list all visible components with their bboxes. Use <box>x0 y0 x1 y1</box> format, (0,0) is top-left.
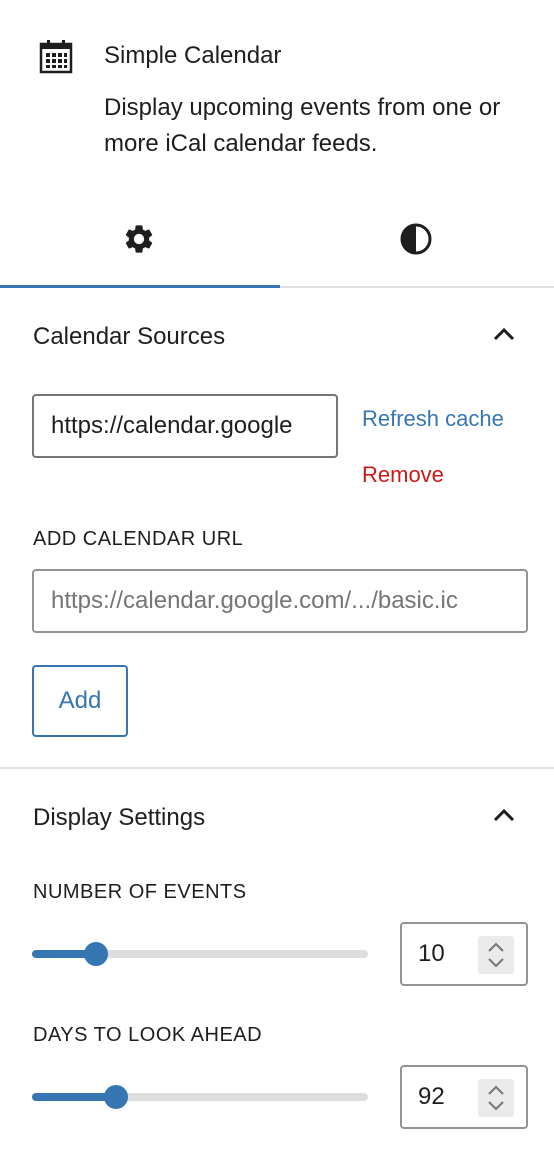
chevron-up-icon[interactable] <box>488 800 520 832</box>
display-settings-title: Display Settings <box>33 804 206 831</box>
add-calendar-url-field <box>32 569 528 633</box>
number-of-events-input[interactable]: 10 <box>400 922 528 986</box>
block-title: Simple Calendar <box>104 42 282 69</box>
days-to-look-ahead-label: DAYS TO LOOK AHEAD <box>33 1024 263 1046</box>
section-divider <box>0 767 554 769</box>
tab-settings[interactable] <box>0 196 277 286</box>
half-circle-contrast-icon <box>399 222 433 261</box>
spinner-arrows-icon[interactable] <box>478 936 514 974</box>
remove-source-link[interactable]: Remove <box>362 460 444 490</box>
refresh-cache-link[interactable]: Refresh cache <box>362 404 504 434</box>
active-tab-indicator <box>0 285 280 288</box>
number-of-events-value: 10 <box>418 940 445 967</box>
spinner-arrows-icon[interactable] <box>478 1079 514 1117</box>
slider-thumb[interactable] <box>104 1085 128 1109</box>
calendar-source-url-field[interactable]: https://calendar.google <box>32 394 338 458</box>
gear-icon <box>122 222 156 261</box>
calendar-sources-title: Calendar Sources <box>33 323 226 350</box>
block-inspector-panel: Simple Calendar Display upcoming events … <box>0 0 554 1154</box>
slider-thumb[interactable] <box>83 942 108 966</box>
tab-styles[interactable] <box>277 196 554 286</box>
add-button[interactable]: Add <box>32 665 128 737</box>
number-of-events-slider[interactable] <box>32 942 368 966</box>
days-to-look-ahead-value: 92 <box>418 1083 445 1110</box>
add-calendar-url-label: ADD CALENDAR URL <box>33 528 244 550</box>
calendar-icon <box>38 38 74 74</box>
number-of-events-label: NUMBER OF EVENTS <box>33 881 247 903</box>
block-description: Display upcoming events from one or more… <box>104 94 501 157</box>
add-calendar-url-input[interactable] <box>34 571 526 631</box>
chevron-up-icon[interactable] <box>488 319 520 351</box>
block-card: Simple Calendar Display upcoming events … <box>0 0 554 200</box>
days-to-look-ahead-slider[interactable] <box>32 1085 368 1109</box>
inspector-tabs <box>0 196 554 288</box>
days-to-look-ahead-input[interactable]: 92 <box>400 1065 528 1129</box>
